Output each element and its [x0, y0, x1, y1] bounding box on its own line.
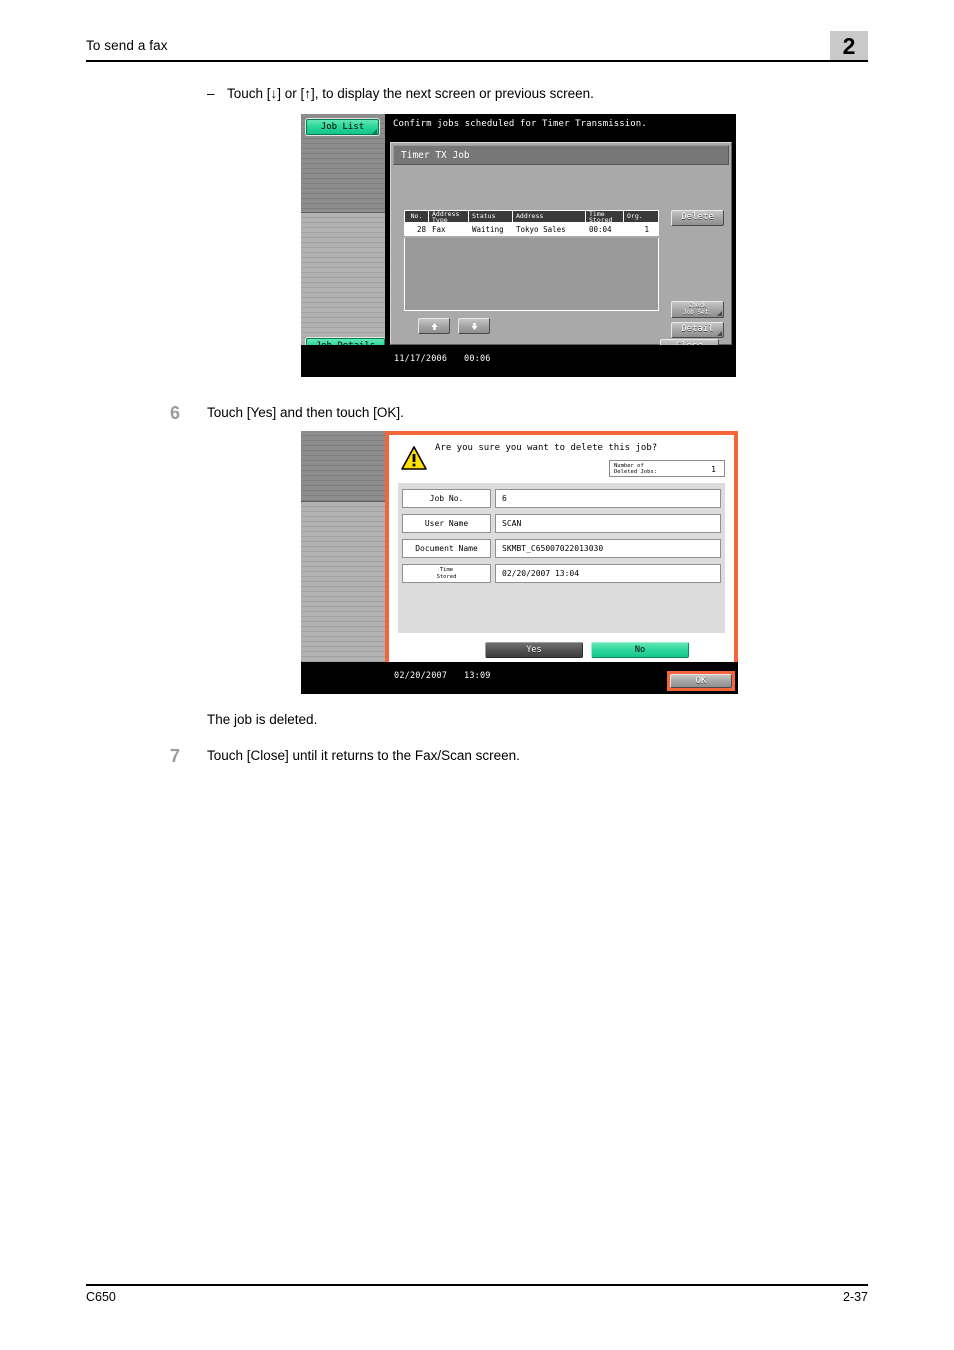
- field-document-name: Document Name SKMBT_C65007022013030: [402, 539, 721, 558]
- cell-address: Tokyo Sales: [516, 225, 566, 234]
- cell-no: 28: [416, 225, 426, 234]
- chapter-badge: 2: [830, 31, 868, 60]
- lcd1-panel-title: Timer TX Job: [393, 145, 729, 165]
- field-user-name-value: SCAN: [495, 514, 721, 533]
- field-job-no: Job No. 6: [402, 489, 721, 508]
- tab-corner-icon: [372, 129, 377, 134]
- page-header: To send a fax 2: [86, 31, 868, 68]
- tab-job-list-label: Job List: [320, 122, 365, 132]
- deleted-jobs-field: Number of Deleted Jobs: 1: [609, 460, 725, 477]
- result-text: The job is deleted.: [207, 712, 318, 727]
- footer-model: C650: [86, 1290, 116, 1304]
- field-user-name-label: User Name: [402, 514, 491, 533]
- col-header-status: Status: [469, 211, 513, 222]
- button-corner-icon: [717, 331, 722, 336]
- no-button[interactable]: No: [591, 642, 689, 658]
- scroll-up-button[interactable]: [418, 318, 450, 334]
- col-header-time-stored: Time Stored: [586, 211, 624, 222]
- dash-instruction-text: Touch [↓] or [↑], to display the next sc…: [227, 86, 594, 101]
- lcd1-status-time: 00:06: [464, 354, 491, 364]
- job-table-header-row: No. Address Type Status Address Time Sto…: [404, 210, 659, 223]
- lcd1-status-bar: 11/17/2006 00:06: [301, 345, 736, 377]
- page-title: To send a fax: [86, 38, 168, 53]
- col-header-org: Org.: [627, 212, 643, 221]
- field-time-stored-label-line2: Stored: [436, 573, 457, 580]
- detail-button-label: Detail: [681, 324, 714, 335]
- lcd1-message: Confirm jobs scheduled for Timer Transmi…: [393, 119, 647, 129]
- warning-triangle-icon: [401, 446, 427, 470]
- field-time-stored: Time Stored 02/20/2007 13:04: [402, 564, 721, 583]
- col-header-address: Address: [513, 211, 586, 222]
- lcd1-screen: Confirm jobs scheduled for Timer Transmi…: [385, 114, 736, 377]
- field-time-stored-value: 02/20/2007 13:04: [495, 564, 721, 583]
- lcd2-status-date: 02/20/2007: [394, 671, 448, 681]
- arrow-up-icon: [431, 322, 437, 330]
- job-table-empty-area: [404, 238, 659, 311]
- manual-page: To send a fax 2 – Touch [↓] or [↑], to d…: [0, 0, 954, 1350]
- step-7-text: Touch [Close] until it returns to the Fa…: [207, 748, 520, 763]
- lcd1-status-date: 11/17/2006: [394, 354, 448, 364]
- col-header-address-type: Address Type: [429, 211, 469, 222]
- step-7-number: 7: [170, 746, 181, 766]
- cell-status: Waiting: [472, 225, 504, 234]
- yes-button[interactable]: Yes: [485, 642, 583, 658]
- delete-button-label: Delete: [681, 212, 714, 223]
- confirm-question: Are you sure you want to delete this job…: [435, 443, 658, 453]
- dash-marker: –: [207, 86, 215, 101]
- lcd2-status-bar: 02/20/2007 13:09 OK: [301, 662, 738, 694]
- deleted-jobs-label: Number of Deleted Jobs:: [614, 463, 657, 475]
- delete-button[interactable]: Delete: [671, 210, 724, 226]
- deleted-jobs-value: 1: [711, 465, 716, 474]
- lcd2-sidebar-dark-stripes: [301, 431, 385, 501]
- no-button-label: No: [634, 645, 646, 655]
- field-job-no-label: Job No.: [402, 489, 491, 508]
- footer-rule: [86, 1284, 868, 1286]
- col-header-no: No.: [405, 211, 429, 222]
- chapter-number: 2: [842, 33, 856, 59]
- detail-button[interactable]: Detail: [671, 322, 724, 338]
- field-document-name-value: SKMBT_C65007022013030: [495, 539, 721, 558]
- lcd-screenshot-delete-confirm: Are you sure you want to delete this job…: [301, 431, 738, 694]
- job-table: No. Address Type Status Address Time Sto…: [404, 210, 659, 236]
- step-6-text: Touch [Yes] and then touch [OK].: [207, 405, 404, 420]
- lcd2-status-time: 13:09: [464, 671, 491, 681]
- check-job-set-button[interactable]: Check Job Set.: [671, 301, 724, 318]
- lcd1-panel-inner: No. Address Type Status Address Time Sto…: [393, 168, 729, 342]
- button-corner-icon: [717, 311, 722, 316]
- tab-job-list[interactable]: Job List: [306, 119, 379, 135]
- lcd-screenshot-job-list: Job List Job Details Confirm jobs schedu…: [301, 114, 736, 377]
- cell-address-type: Fax: [432, 225, 446, 234]
- ok-button-highlight: OK: [667, 671, 735, 691]
- deleted-jobs-label-line2: Deleted Jobs:: [614, 469, 658, 475]
- field-time-stored-label: Time Stored: [402, 564, 491, 583]
- ok-button[interactable]: OK: [670, 674, 732, 688]
- scroll-down-button[interactable]: [458, 318, 490, 334]
- lcd1-body: Timer TX Job No. Address Type Status Add…: [390, 142, 732, 345]
- footer-page-number: 2-37: [842, 1290, 868, 1304]
- job-detail-fields: Job No. 6 User Name SCAN Document Name S…: [398, 483, 725, 633]
- field-document-name-label: Document Name: [402, 539, 491, 558]
- arrow-down-icon: [471, 322, 477, 330]
- field-user-name: User Name SCAN: [402, 514, 721, 533]
- delete-confirm-dialog: Are you sure you want to delete this job…: [385, 431, 738, 694]
- yes-button-label: Yes: [526, 645, 542, 655]
- field-job-no-value: 6: [495, 489, 721, 508]
- step-6-number: 6: [170, 403, 181, 423]
- header-rule: [86, 60, 868, 62]
- table-row[interactable]: 28 Fax Waiting Tokyo Sales 00:04 1: [404, 223, 659, 236]
- check-job-set-line2: Job Set.: [683, 308, 712, 316]
- ok-button-label: OK: [695, 676, 707, 686]
- cell-org: 1: [644, 225, 649, 234]
- cell-time-stored: 00:04: [589, 225, 612, 234]
- lcd2-sidebar: [301, 431, 385, 694]
